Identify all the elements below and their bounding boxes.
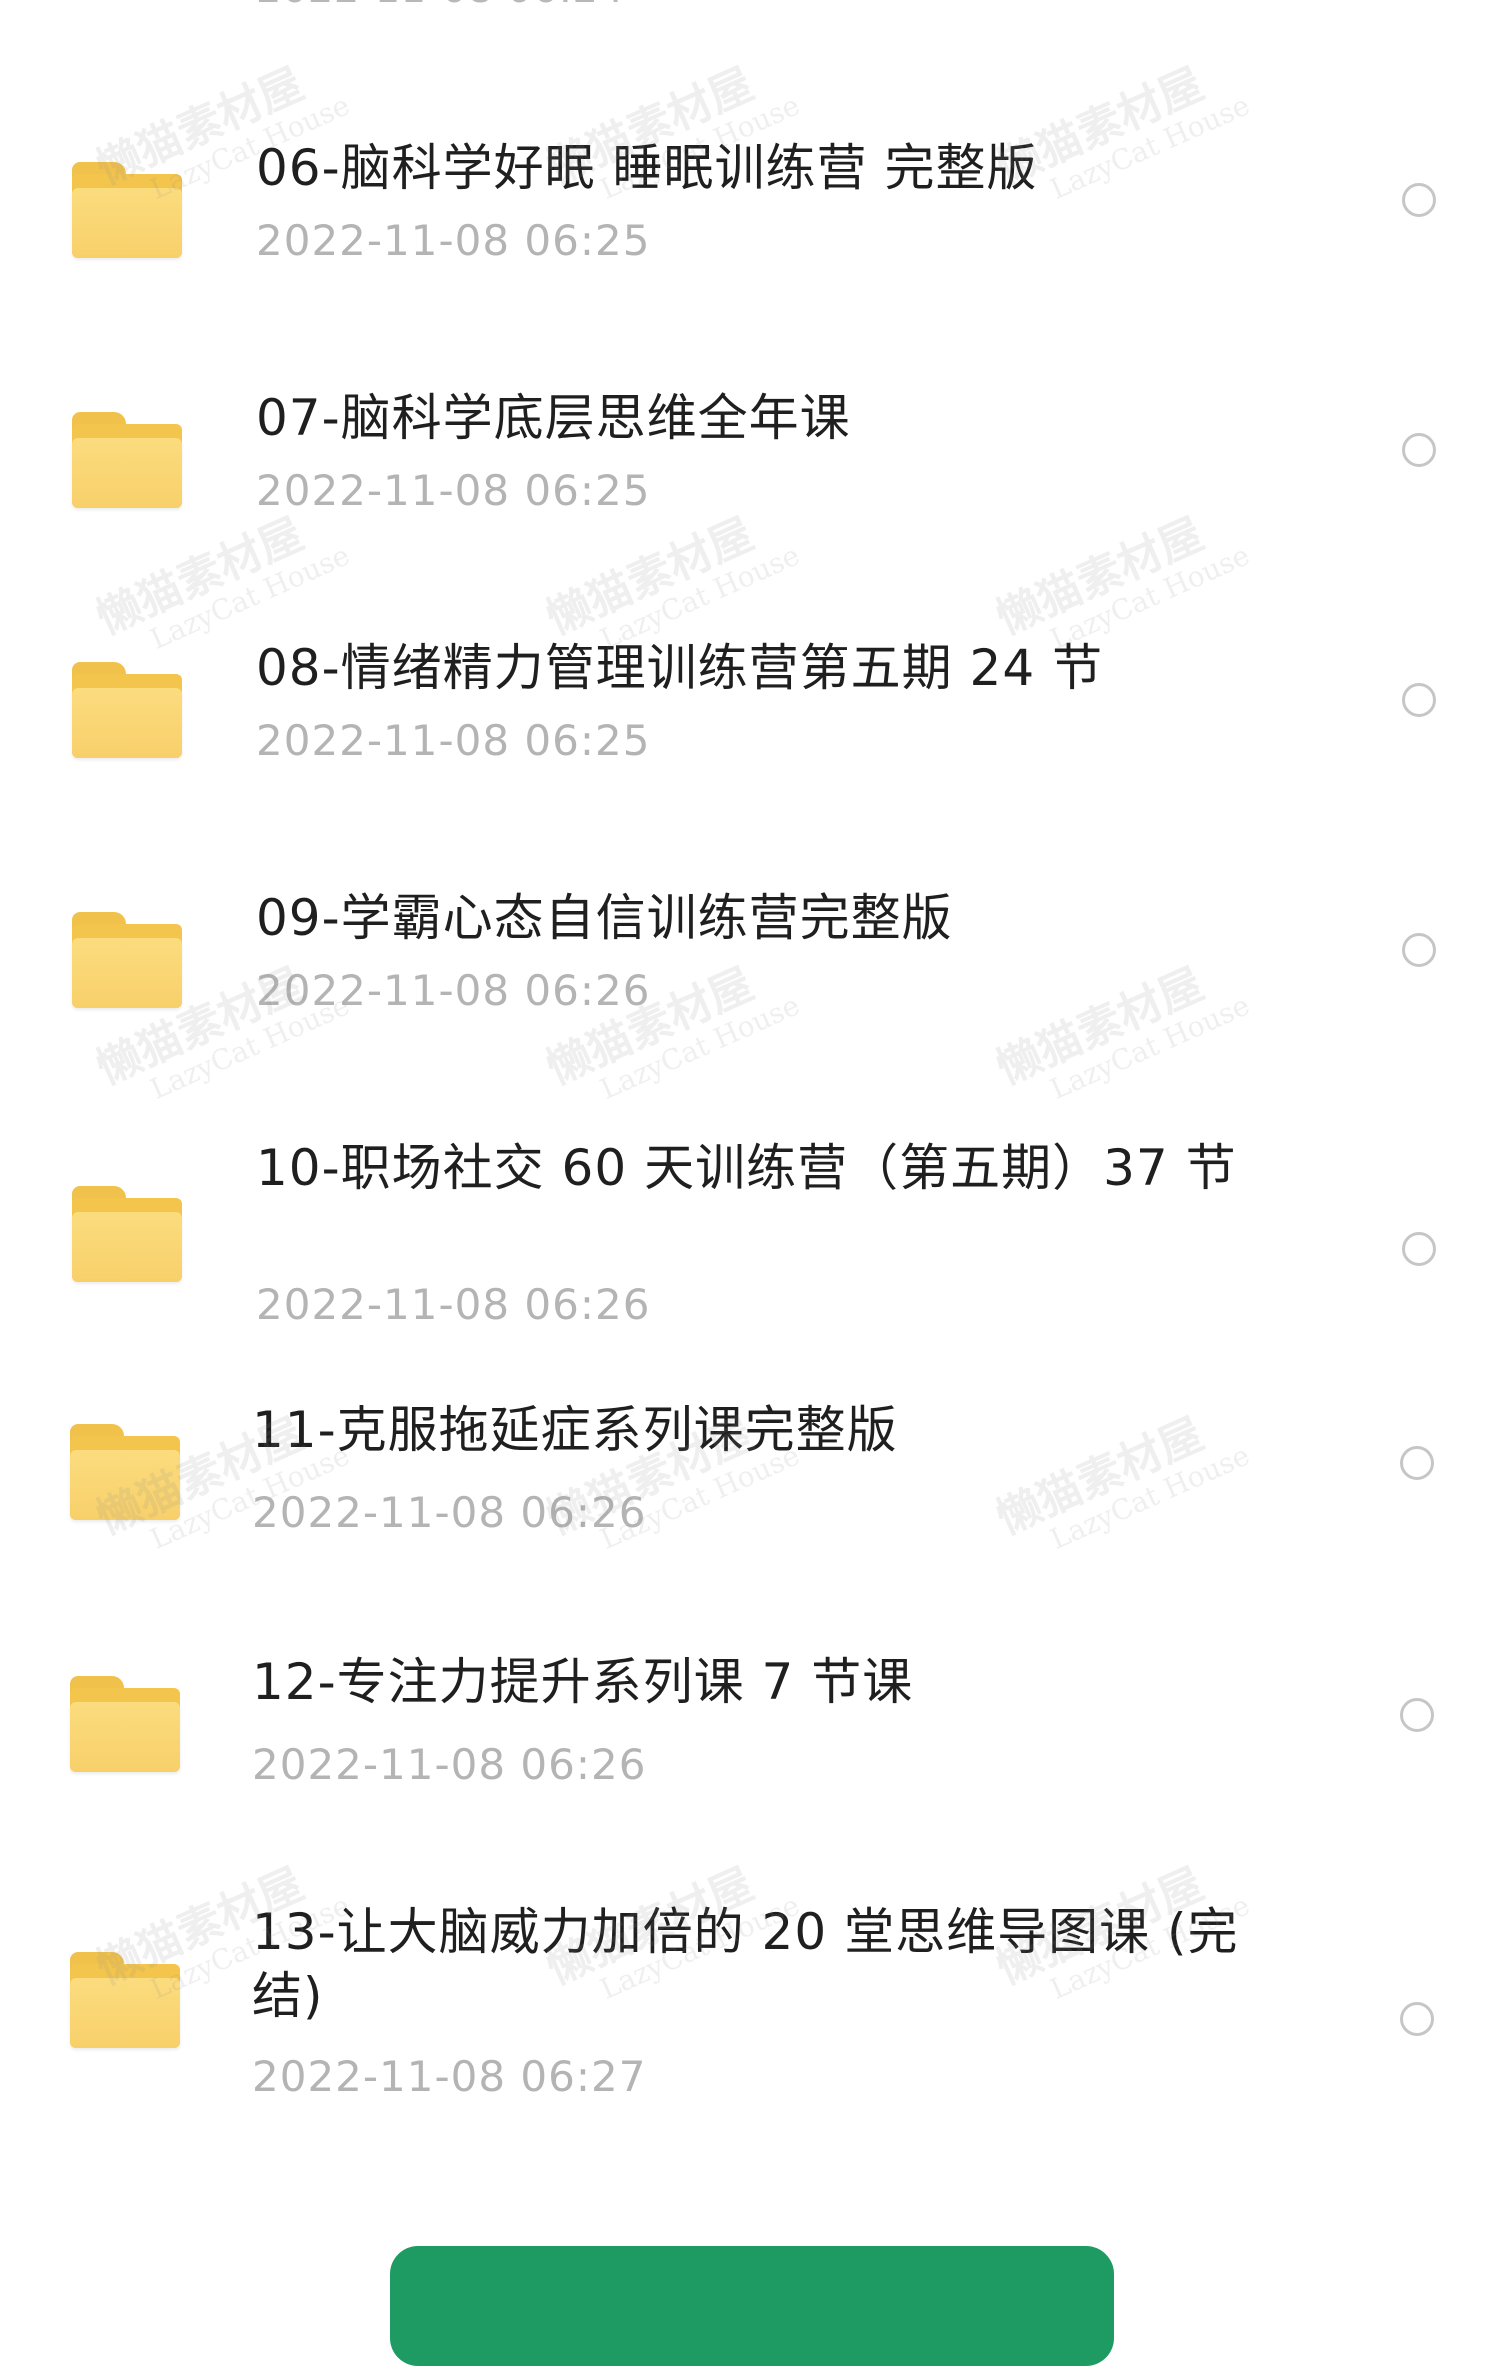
modified-date: 2022-11-08 06:26 [252, 1740, 647, 1789]
modified-date: 2022-11-08 06:27 [252, 2052, 647, 2101]
select-radio[interactable] [1400, 2002, 1434, 2036]
select-radio[interactable] [1402, 1232, 1436, 1266]
modified-date: 2022-11-08 06:26 [252, 1488, 647, 1537]
modified-date: 2022-11-08 06:25 [256, 716, 651, 765]
select-radio[interactable] [1402, 933, 1436, 967]
file-list: 06-脑科学好眠 睡眠训练营 完整版 2022-11-08 06:25 07-脑… [0, 0, 1500, 2322]
folder-name: 06-脑科学好眠 睡眠训练营 完整版 [256, 139, 1038, 197]
select-radio[interactable] [1400, 1698, 1434, 1732]
modified-date: 2022-11-08 06:25 [256, 216, 651, 265]
list-item[interactable]: 07-脑科学底层思维全年课 2022-11-08 06:25 [0, 370, 1500, 620]
folder-name: 11-克服拖延症系列课完整版 [252, 1401, 898, 1459]
folder-icon [72, 662, 182, 758]
select-radio[interactable] [1402, 683, 1436, 717]
list-item[interactable]: 13-让大脑威力加倍的 20 堂思维导图课 (完结) 2022-11-08 06… [0, 1900, 1500, 2130]
folder-icon [70, 1952, 180, 2048]
bottom-action-button[interactable] [390, 2246, 1114, 2366]
folder-icon [72, 912, 182, 1008]
folder-name: 07-脑科学底层思维全年课 [256, 389, 851, 447]
list-item[interactable]: 10-职场社交 60 天训练营（第五期）37 节 2022-11-08 06:2… [0, 1120, 1500, 1400]
select-radio[interactable] [1402, 183, 1436, 217]
modified-date: 2022-11-08 06:25 [256, 466, 651, 515]
list-item[interactable]: 11-克服拖延症系列课完整版 2022-11-08 06:26 [0, 1398, 1500, 1648]
folder-name: 09-学霸心态自信训练营完整版 [256, 889, 953, 947]
modified-date: 2022-11-08 06:26 [256, 1280, 651, 1329]
select-radio[interactable] [1400, 1446, 1434, 1480]
folder-name: 13-让大脑威力加倍的 20 堂思维导图课 (完结) [252, 1903, 1239, 2025]
folder-icon [72, 412, 182, 508]
list-item[interactable]: 09-学霸心态自信训练营完整版 2022-11-08 06:26 [0, 870, 1500, 1120]
folder-name: 12-专注力提升系列课 7 节课 [252, 1653, 914, 1711]
folder-icon [70, 1676, 180, 1772]
folder-icon [72, 162, 182, 258]
modified-date: 2022-11-08 06:26 [256, 966, 651, 1015]
folder-icon [70, 1424, 180, 1520]
list-item[interactable]: 08-情绪精力管理训练营第五期 24 节 2022-11-08 06:25 [0, 620, 1500, 870]
select-radio[interactable] [1402, 433, 1436, 467]
folder-name: 08-情绪精力管理训练营第五期 24 节 [256, 639, 1104, 697]
list-item[interactable]: 12-专注力提升系列课 7 节课 2022-11-08 06:26 [0, 1650, 1500, 1900]
folder-name: 10-职场社交 60 天训练营（第五期）37 节 [256, 1139, 1237, 1197]
folder-icon [72, 1186, 182, 1282]
list-item[interactable]: 06-脑科学好眠 睡眠训练营 完整版 2022-11-08 06:25 [0, 120, 1500, 370]
